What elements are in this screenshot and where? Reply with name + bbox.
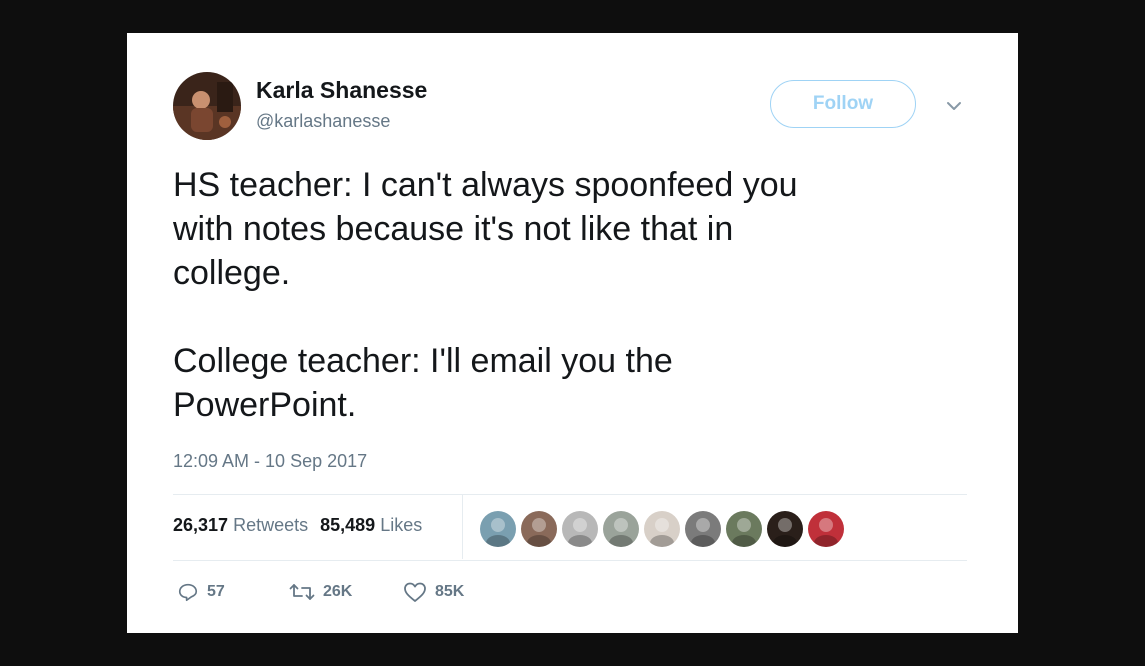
likes-stat[interactable]: 85,489 Likes [320, 515, 422, 535]
tweet-stats: 26,317 Retweets 85,489 Likes [173, 515, 422, 536]
liker-avatar[interactable] [521, 511, 557, 547]
retweets-stat[interactable]: 26,317 Retweets [173, 515, 308, 535]
retweets-label: Retweets [233, 515, 309, 535]
reply-count: 57 [207, 583, 225, 600]
liker-avatar[interactable] [685, 511, 721, 547]
divider [173, 560, 967, 561]
follow-button[interactable]: Follow [770, 80, 916, 128]
retweet-count: 26K [323, 583, 353, 600]
retweet-icon [289, 584, 315, 600]
reply-icon [178, 583, 198, 602]
liker-avatar[interactable] [767, 511, 803, 547]
tweet-text: HS teacher: I can't always spoonfeed you… [173, 163, 973, 427]
author-handle[interactable]: @karlashanesse [256, 111, 390, 132]
heart-icon [404, 582, 426, 602]
reply-action[interactable]: 57 [177, 581, 225, 603]
tweet-paragraph: HS teacher: I can't always spoonfeed you… [173, 166, 798, 292]
author-display-name[interactable]: Karla Shanesse [256, 77, 427, 104]
divider [173, 494, 967, 495]
like-count: 85K [435, 583, 465, 600]
retweet-action[interactable]: 26K [289, 581, 352, 603]
author-avatar[interactable] [173, 72, 241, 140]
stats-separator [462, 495, 463, 559]
liker-avatar[interactable] [480, 511, 516, 547]
liker-avatar[interactable] [808, 511, 844, 547]
likes-count: 85,489 [320, 515, 376, 535]
like-action[interactable]: 85K [403, 581, 464, 603]
likes-label: Likes [380, 515, 423, 535]
liker-avatar[interactable] [562, 511, 598, 547]
liker-avatar[interactable] [644, 511, 680, 547]
liker-avatar[interactable] [726, 511, 762, 547]
liker-avatars [480, 511, 844, 547]
chevron-down-icon[interactable] [943, 95, 965, 117]
retweets-count: 26,317 [173, 515, 229, 535]
tweet-paragraph: College teacher: I'll email you the Powe… [173, 342, 673, 424]
liker-avatar[interactable] [603, 511, 639, 547]
tweet-timestamp[interactable]: 12:09 AM - 10 Sep 2017 [173, 451, 367, 472]
tweet-card: Karla Shanesse @karlashanesse Follow HS … [127, 33, 1018, 633]
